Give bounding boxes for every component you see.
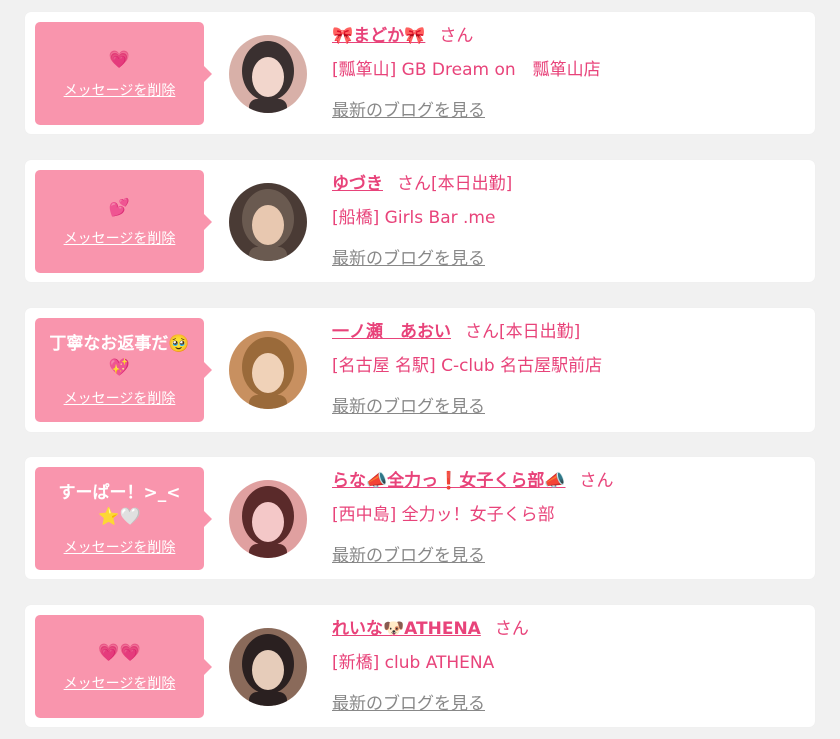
latest-blog-link[interactable]: 最新のブログを見る: [332, 541, 485, 566]
profile-name-link[interactable]: らな📣全力っ❗女子くら部📣: [332, 471, 566, 491]
shop-label: [西中島] 全力ッ！女子くら部: [332, 505, 555, 525]
delete-message-link[interactable]: メッセージを削除: [35, 82, 204, 100]
latest-blog-link[interactable]: 最新のブログを見る: [332, 96, 485, 121]
message-bubble: 💗 メッセージを削除: [35, 22, 212, 125]
profile-info: ゆづき さん[本日出勤] [船橋] Girls Bar .me 最新のブログを見る: [332, 170, 805, 269]
name-line: らな📣全力っ❗女子くら部📣 さん: [332, 467, 805, 495]
profile-name-link[interactable]: 一ノ瀬 あおい: [332, 322, 451, 342]
message-bubble: 💕 メッセージを削除: [35, 170, 212, 273]
honorific-label: さん: [397, 174, 431, 194]
working-today-badge: [本日出勤]: [499, 322, 581, 342]
profile-name-link[interactable]: 🎀まどか🎀: [332, 26, 425, 46]
profile-info: らな📣全力っ❗女子くら部📣 さん [西中島] 全力ッ！女子くら部最新のブログを見る: [332, 467, 805, 566]
message-bubble: 💗💗 メッセージを削除: [35, 615, 212, 718]
message-card: 💗 メッセージを削除 🎀まどか🎀 さん [瓢箪山] GB Dream on 瓢箪山店最新…: [25, 12, 815, 134]
message-card: 丁寧なお返事だ🥹 💖 メッセージを削除 一ノ瀬 あおい さん[本日出勤] [名古屋 名駅…: [25, 308, 815, 432]
working-today-badge: [本日出勤]: [431, 174, 513, 194]
avatar[interactable]: [229, 183, 307, 261]
shop-label: [船橋] Girls Bar .me: [332, 208, 496, 228]
avatar[interactable]: [229, 628, 307, 706]
name-line: 🎀まどか🎀 さん: [332, 22, 805, 50]
profile-info: れいな🐶ATHENA さん [新橋] club ATHENA 最新のブログを見る: [332, 615, 805, 714]
name-line: ゆづき さん[本日出勤]: [332, 170, 805, 198]
honorific-label: さん: [465, 322, 499, 342]
profile-info: 一ノ瀬 あおい さん[本日出勤] [名古屋 名駅] C-club 名古屋駅前店最新の…: [332, 318, 805, 417]
shop-label: [名古屋 名駅] C-club 名古屋駅前店: [332, 356, 603, 376]
message-text: 💗💗: [98, 642, 141, 663]
honorific-label: さん: [439, 26, 474, 46]
delete-message-link[interactable]: メッセージを削除: [35, 390, 204, 408]
delete-message-link[interactable]: メッセージを削除: [35, 675, 204, 693]
message-text: 💕: [108, 197, 131, 218]
latest-blog-link[interactable]: 最新のブログを見る: [332, 392, 485, 417]
name-line: 一ノ瀬 あおい さん[本日出勤]: [332, 318, 805, 346]
latest-blog-link[interactable]: 最新のブログを見る: [332, 689, 485, 714]
message-text: 丁寧なお返事だ🥹 💖: [49, 334, 190, 378]
honorific-label: さん: [579, 471, 614, 491]
profile-name-link[interactable]: れいな🐶ATHENA: [332, 619, 481, 639]
message-bubble: すーぱー！>_< ⭐🤍 メッセージを削除: [35, 467, 212, 570]
shop-label: [新橋] club ATHENA: [332, 653, 495, 673]
delete-message-link[interactable]: メッセージを削除: [35, 539, 204, 557]
message-text: すーぱー！>_< ⭐🤍: [58, 482, 181, 527]
avatar[interactable]: [229, 35, 307, 113]
message-list: 💗 メッセージを削除 🎀まどか🎀 さん [瓢箪山] GB Dream on 瓢箪山店最新…: [0, 0, 840, 739]
latest-blog-link[interactable]: 最新のブログを見る: [332, 244, 485, 269]
name-line: れいな🐶ATHENA さん: [332, 615, 805, 643]
delete-message-link[interactable]: メッセージを削除: [35, 230, 204, 248]
shop-label: [瓢箪山] GB Dream on 瓢箪山店: [332, 60, 601, 80]
honorific-label: さん: [494, 619, 529, 639]
profile-name-link[interactable]: ゆづき: [332, 174, 383, 194]
message-card: すーぱー！>_< ⭐🤍 メッセージを削除 らな📣全力っ❗女子くら部📣 さん [西中島] …: [25, 457, 815, 579]
message-text: 💗: [108, 49, 131, 70]
message-card: 💗💗 メッセージを削除 れいな🐶ATHENA さん [新橋] club ATHENA 最新…: [25, 605, 815, 727]
avatar[interactable]: [229, 331, 307, 409]
message-bubble: 丁寧なお返事だ🥹 💖 メッセージを削除: [35, 318, 212, 422]
message-card: 💕 メッセージを削除 ゆづき さん[本日出勤] [船橋] Girls Bar .me 最新…: [25, 160, 815, 282]
avatar[interactable]: [229, 480, 307, 558]
profile-info: 🎀まどか🎀 さん [瓢箪山] GB Dream on 瓢箪山店最新のブログを見る: [332, 22, 805, 121]
